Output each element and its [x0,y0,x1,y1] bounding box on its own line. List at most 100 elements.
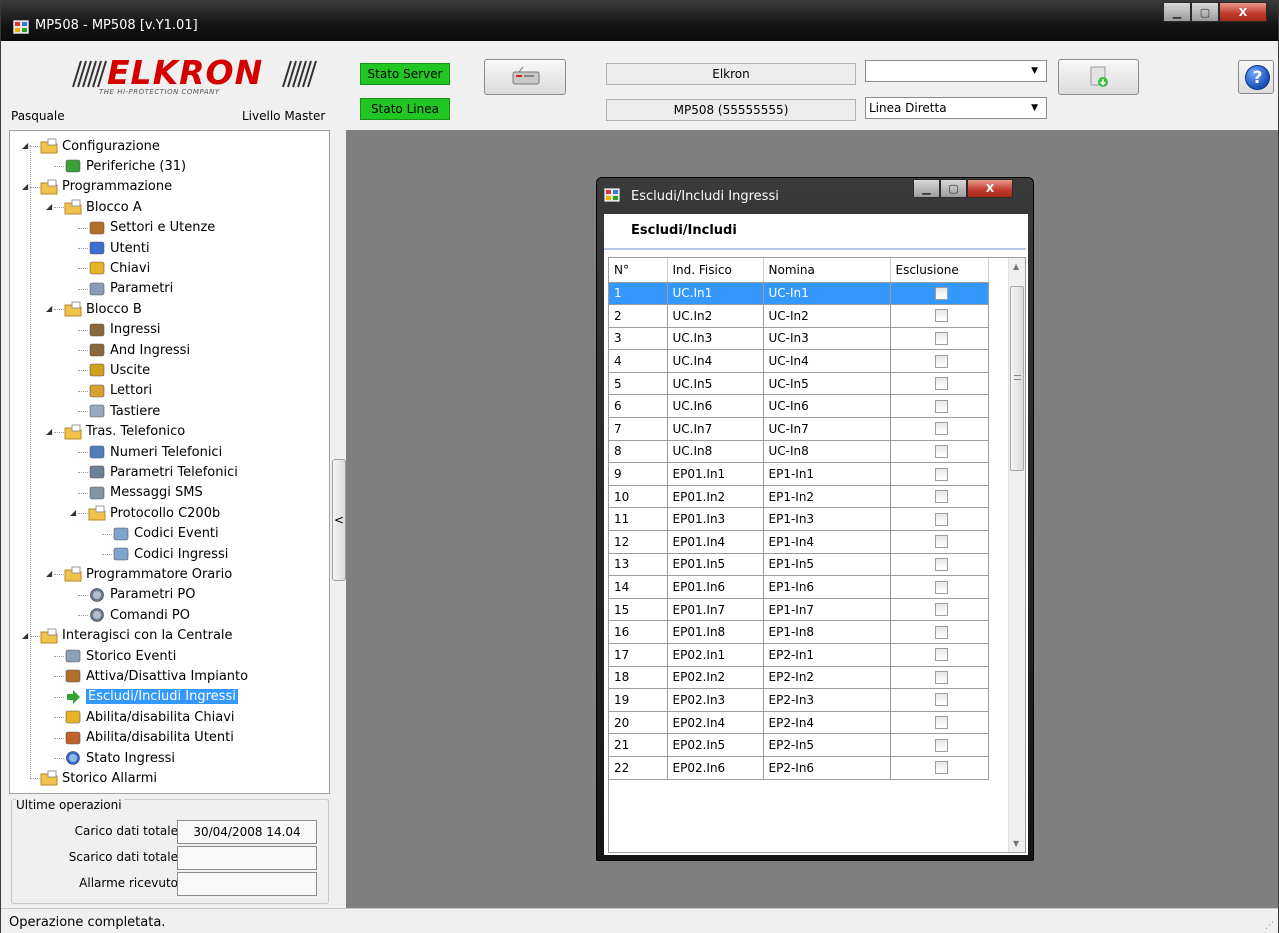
tree-expander-icon[interactable]: ◢ [46,304,52,313]
download-button[interactable] [1058,59,1139,95]
esclusione-checkbox[interactable] [935,648,948,662]
table-row[interactable]: 16 EP01.In8 EP1-In8 [609,620,989,644]
column-header-esclusione[interactable]: Esclusione [890,258,989,283]
column-header-nomina[interactable]: Nomina [763,258,891,283]
tree-item-blocco-a[interactable]: Blocco A [64,197,142,217]
tree-item-tastiere[interactable]: Tastiere [88,401,160,421]
esclusione-checkbox[interactable] [935,444,948,458]
table-row[interactable]: 12 EP01.In4 EP1-In4 [609,530,989,554]
esclusione-checkbox[interactable] [935,761,948,775]
table-row[interactable]: 19 EP02.In3 EP2-In3 [609,688,989,712]
esclusione-checkbox[interactable] [935,354,948,368]
tree-expander-icon[interactable]: ◢ [22,182,28,191]
table-row[interactable]: 1 UC.In1 UC-In1 [609,282,989,306]
tree-item-blocco-b[interactable]: Blocco B [64,299,142,319]
esclusione-checkbox[interactable] [935,693,948,707]
scroll-down-icon[interactable]: ▼ [1013,839,1019,848]
vertical-scrollbar[interactable]: ▲ ▼ [1008,258,1025,852]
esclusione-checkbox[interactable] [935,557,948,571]
table-row[interactable]: 6 UC.In6 UC-In6 [609,394,989,419]
tree-item-configurazione[interactable]: Configurazione [40,136,160,156]
table-row[interactable]: 10 EP01.In2 EP1-In2 [609,485,989,509]
title-bar[interactable]: MP508 - MP508 [v.Y1.01] ▁ ▢ X [1,1,1278,41]
tree-item-lettori[interactable]: Lettori [88,381,152,401]
tree-item-parametri-telefonici[interactable]: Parametri Telefonici [88,462,238,482]
esclusione-checkbox[interactable] [935,331,948,345]
esclusione-checkbox[interactable] [935,377,948,391]
tree-expander-icon[interactable]: ◢ [70,508,76,517]
tree-item-chiavi[interactable]: Chiavi [88,258,150,278]
tree-item-abilita-disabilita-utenti[interactable]: Abilita/disabilita Utenti [64,728,234,748]
esclusione-checkbox[interactable] [935,512,948,526]
table-row[interactable]: 13 EP01.In5 EP1-In5 [609,553,989,577]
tree-item-interagisci-con-la-centrale[interactable]: Interagisci con la Centrale [40,626,233,646]
line-type-select[interactable]: Linea Diretta ▼ [865,97,1047,119]
tree-item-messaggi-sms[interactable]: Messaggi SMS [88,483,203,503]
tree-item-escludi-includi-ingressi[interactable]: Escludi/Includi Ingressi [64,687,238,707]
tree-item-parametri[interactable]: Parametri [88,279,173,299]
esclusione-checkbox[interactable] [935,422,948,436]
inputs-grid[interactable]: N° Ind. Fisico Nomina Esclusione 1 UC.In1… [608,257,1026,853]
table-row[interactable]: 8 UC.In8 UC-In8 [609,440,989,464]
tree-item-stato-ingressi[interactable]: Stato Ingressi [64,748,175,768]
navigation-tree[interactable]: ◢ Configurazione Periferiche (31) ◢ Programm… [9,130,330,794]
table-row[interactable]: 9 EP01.In1 EP1-In1 [609,462,989,486]
dialog-maximize-button[interactable]: ▢ [940,179,967,198]
esclusione-checkbox[interactable] [935,399,948,413]
collapse-panel-button[interactable]: < [332,459,346,581]
scroll-up-icon[interactable]: ▲ [1013,262,1019,271]
table-row[interactable]: 7 UC.In7 UC-In7 [609,417,989,441]
tree-item-and-ingressi[interactable]: And Ingressi [88,340,190,360]
tree-expander-icon[interactable]: ◢ [46,202,52,211]
tree-item-tras-telefonico[interactable]: Tras. Telefonico [64,422,185,442]
table-row[interactable]: 5 UC.In5 UC-In5 [609,372,989,396]
tree-item-programmatore-orario[interactable]: Programmatore Orario [64,564,232,584]
tree-item-uscite[interactable]: Uscite [88,360,150,380]
table-row[interactable]: 21 EP02.In5 EP2-In5 [609,733,989,757]
column-header-ind-fisico[interactable]: Ind. Fisico [667,258,764,283]
tree-item-ingressi[interactable]: Ingressi [88,320,161,340]
help-button[interactable]: ? [1238,60,1274,94]
tree-expander-icon[interactable]: ◢ [46,569,52,578]
tree-item-storico-allarmi[interactable]: Storico Allarmi [40,768,157,788]
tree-expander-icon[interactable]: ◢ [22,631,28,640]
esclusione-checkbox[interactable] [935,716,948,730]
connect-button[interactable] [484,59,566,95]
minimize-button[interactable]: ▁ [1163,2,1191,22]
tree-expander-icon[interactable]: ◢ [46,427,52,436]
table-row[interactable]: 15 EP01.In7 EP1-In7 [609,598,989,622]
resize-grip-icon[interactable]: ⋰ [1265,921,1274,931]
tree-item-protocollo-c200b[interactable]: Protocollo C200b [88,503,220,523]
tree-item-numeri-telefonici[interactable]: Numeri Telefonici [88,442,222,462]
esclusione-checkbox[interactable] [935,535,948,549]
esclusione-checkbox[interactable] [935,670,948,684]
tree-item-codici-ingressi[interactable]: Codici Ingressi [112,544,228,564]
table-row[interactable]: 14 EP01.In6 EP1-In6 [609,575,989,599]
column-header-n[interactable]: N° [609,258,668,283]
scrollbar-thumb[interactable] [1010,286,1024,471]
table-row[interactable]: 18 EP02.In2 EP2-In2 [609,666,989,690]
tree-expander-icon[interactable]: ◢ [22,141,28,150]
dialog-close-button[interactable]: X [967,179,1013,198]
esclusione-checkbox[interactable] [935,309,948,323]
esclusione-checkbox[interactable] [935,580,948,594]
maximize-button[interactable]: ▢ [1191,2,1219,22]
table-row[interactable]: 17 EP02.In1 EP2-In1 [609,643,989,667]
table-row[interactable]: 4 UC.In4 UC-In4 [609,349,989,373]
table-row[interactable]: 11 EP01.In3 EP1-In3 [609,507,989,532]
table-row[interactable]: 3 UC.In3 UC-In3 [609,327,989,351]
table-row[interactable]: 2 UC.In2 UC-In2 [609,304,989,328]
esclusione-checkbox[interactable] [935,467,948,481]
site-select[interactable]: ▼ [865,60,1047,82]
tree-item-attiva-disattiva-impianto[interactable]: Attiva/Disattiva Impianto [64,666,248,686]
esclusione-checkbox[interactable] [935,286,948,300]
table-row[interactable]: 20 EP02.In4 EP2-In4 [609,711,989,735]
dialog-minimize-button[interactable]: ▁ [913,179,940,198]
table-row[interactable]: 22 EP02.In6 EP2-In6 [609,756,989,780]
tree-item-parametri-po[interactable]: Parametri PO [88,585,195,605]
tree-item-codici-eventi[interactable]: Codici Eventi [112,524,219,544]
tree-item-storico-eventi[interactable]: Storico Eventi [64,646,176,666]
tree-item-abilita-disabilita-chiavi[interactable]: Abilita/disabilita Chiavi [64,707,235,727]
tree-item-settori-e-utenze[interactable]: Settori e Utenze [88,218,215,238]
tree-item-programmazione[interactable]: Programmazione [40,177,172,197]
